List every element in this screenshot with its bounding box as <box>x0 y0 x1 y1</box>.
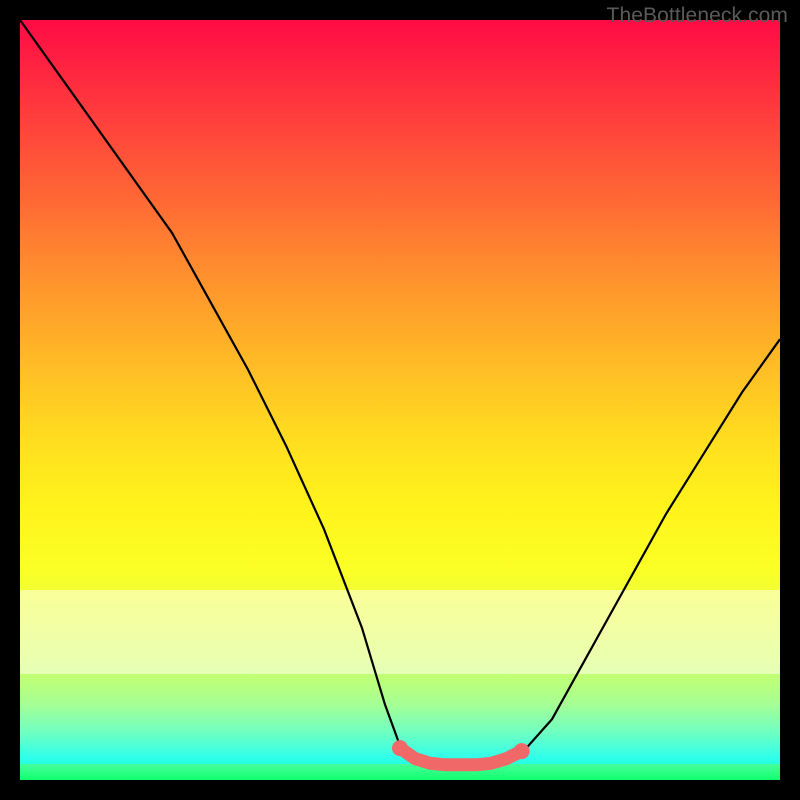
highlight-dot <box>514 743 530 759</box>
highlight-dot <box>392 740 408 756</box>
plot-area <box>20 20 780 780</box>
highlight-stroke <box>400 748 522 765</box>
main-curve <box>20 20 780 765</box>
chart-frame: TheBottleneck.com <box>0 0 800 800</box>
highlight-group <box>392 740 530 765</box>
curve-svg <box>20 20 780 780</box>
watermark-text: TheBottleneck.com <box>607 4 788 28</box>
